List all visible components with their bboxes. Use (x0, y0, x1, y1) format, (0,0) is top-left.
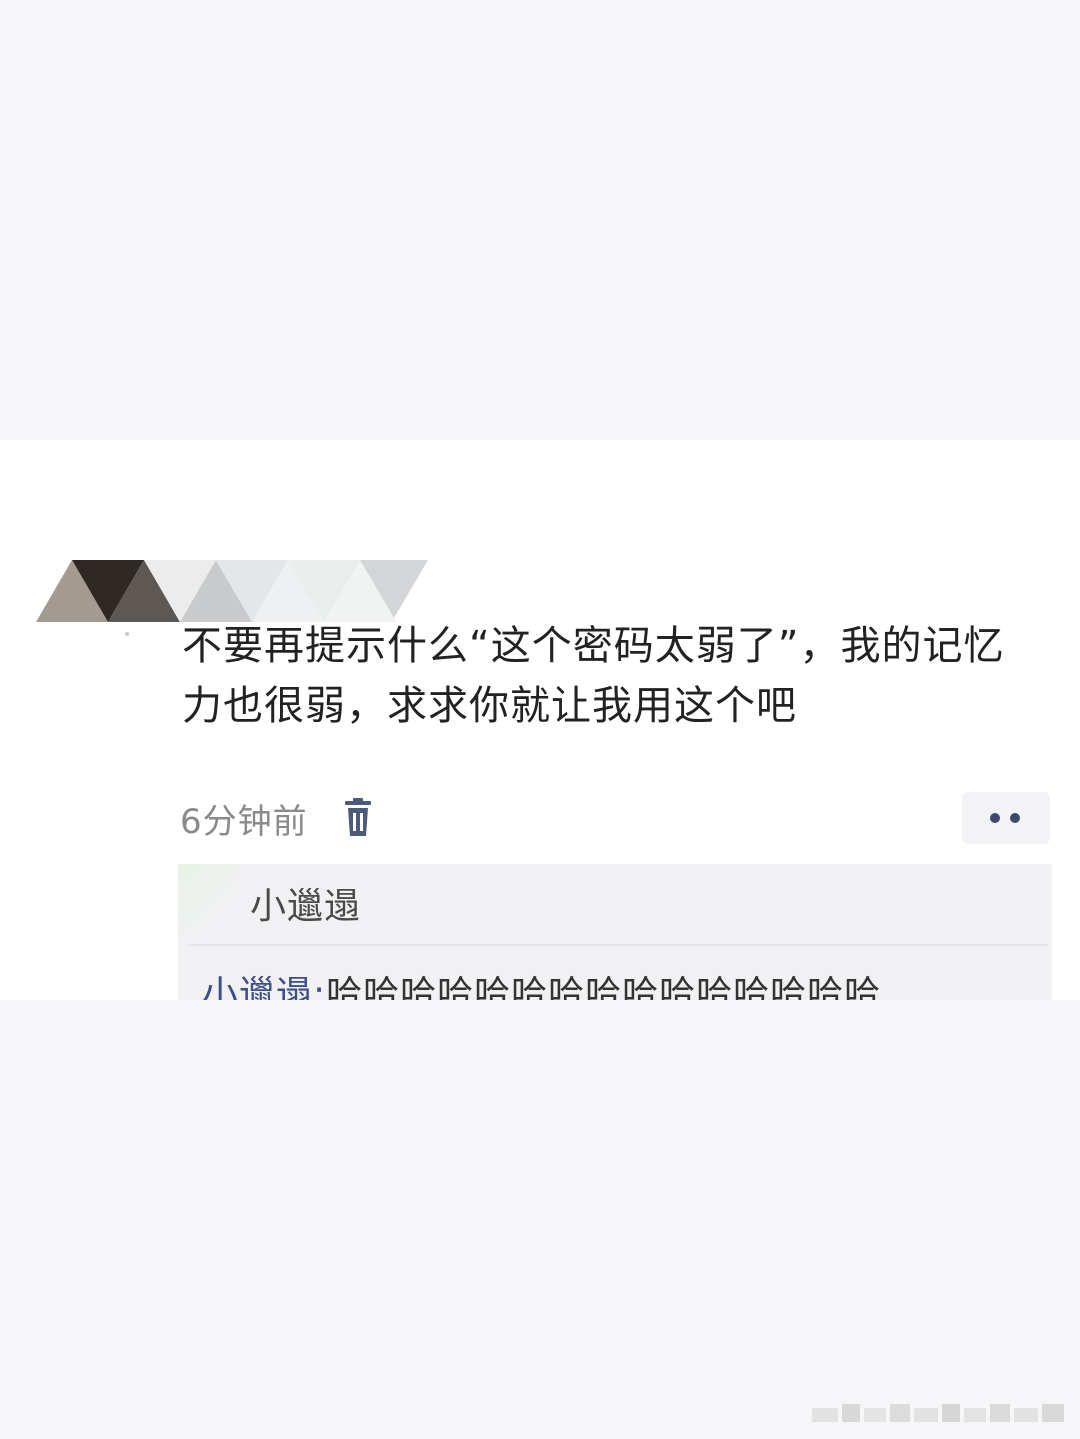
avatar-mosaic-icon[interactable] (36, 560, 428, 622)
comment-text: 不要再提示什么“这个密码太弱了”，我的记忆力也很弱，求求你就让我用这个吧 (182, 623, 1005, 729)
avatar-dot (125, 632, 129, 636)
reply-author[interactable]: 小邋遢: (202, 974, 326, 1000)
comment-card: 不要再提示什么“这个密码太弱了”，我的记忆力也很弱，求求你就让我用这个吧 6分钟… (0, 440, 1080, 1000)
comment-timestamp: 6分钟前 (180, 801, 308, 842)
reply-box: 小邋遢 小邋遢:哈哈哈哈哈哈哈哈哈哈哈哈哈哈哈 (178, 864, 1052, 1000)
reply-content: 哈哈哈哈哈哈哈哈哈哈哈哈哈哈哈 (326, 974, 882, 1000)
comment-meta: 6分钟前 (180, 792, 374, 844)
reply-divider (188, 944, 1048, 946)
trash-icon[interactable] (342, 798, 374, 838)
more-dots-icon (990, 813, 1020, 823)
more-button[interactable] (962, 792, 1050, 844)
reply-user-name[interactable]: 小邋遢 (250, 880, 361, 934)
reply-item: 小邋遢:哈哈哈哈哈哈哈哈哈哈哈哈哈哈哈 (202, 968, 881, 1000)
watermark-logo (812, 1400, 1068, 1426)
